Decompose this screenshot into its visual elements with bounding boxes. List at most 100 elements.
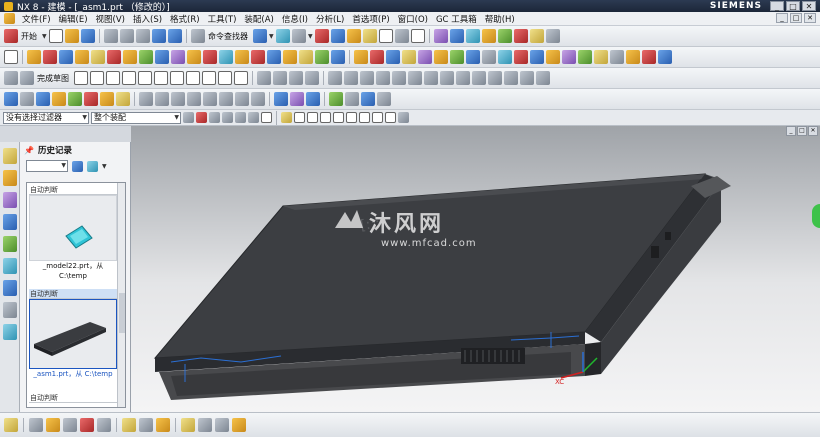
shell-icon[interactable] xyxy=(315,50,329,64)
intersection-curve-icon[interactable] xyxy=(504,71,518,85)
select-features-icon[interactable] xyxy=(183,112,194,123)
dimension-icon[interactable] xyxy=(344,71,358,85)
pattern-icon[interactable] xyxy=(354,50,368,64)
add-component-icon[interactable] xyxy=(20,92,34,106)
doc-close-button[interactable]: ✕ xyxy=(804,13,816,23)
move-face-icon[interactable] xyxy=(466,50,480,64)
mirror-curve-icon[interactable] xyxy=(456,71,470,85)
menu-insert[interactable]: 插入(S) xyxy=(129,13,166,25)
history-entry[interactable]: 自动判断 xyxy=(29,393,117,403)
move-component-icon[interactable] xyxy=(84,92,98,106)
project-curve-icon[interactable] xyxy=(488,71,502,85)
render-style-icon[interactable] xyxy=(379,29,393,43)
snap-settings-icon[interactable] xyxy=(398,112,409,123)
zoom-icon[interactable] xyxy=(315,29,329,43)
roles-tab-icon[interactable] xyxy=(3,324,17,340)
chevron-down-icon[interactable]: ▼ xyxy=(42,33,47,40)
tracelines-icon[interactable] xyxy=(235,92,249,106)
status-indicator[interactable] xyxy=(812,204,820,228)
infer-constraints-icon[interactable] xyxy=(424,71,438,85)
chevron-down-icon[interactable]: ▼ xyxy=(308,33,313,40)
perspective-icon[interactable] xyxy=(363,29,377,43)
history-filter-select[interactable] xyxy=(26,160,68,172)
hole-icon[interactable] xyxy=(123,50,137,64)
move-object-icon[interactable] xyxy=(63,418,77,432)
undo-select-icon[interactable] xyxy=(222,112,233,123)
maximize-button[interactable]: □ xyxy=(786,1,800,11)
viewport-minimize-button[interactable]: _ xyxy=(786,126,796,136)
select-all-icon[interactable] xyxy=(248,112,259,123)
convert-reference-icon[interactable] xyxy=(392,71,406,85)
doc-minimize-button[interactable]: _ xyxy=(776,13,788,23)
system-materials-tab-icon[interactable] xyxy=(3,302,17,318)
finish-sketch-button[interactable]: 完成草图 xyxy=(37,73,69,84)
delete-icon[interactable] xyxy=(536,71,550,85)
draft-icon[interactable] xyxy=(331,50,345,64)
midpoint-snap-icon[interactable] xyxy=(307,112,318,123)
constraint-navigator-tab-icon[interactable] xyxy=(3,170,17,186)
intersect-icon[interactable] xyxy=(267,50,281,64)
circle-icon[interactable] xyxy=(122,71,136,85)
point-on-curve-snap-icon[interactable] xyxy=(385,112,396,123)
arrange-icon[interactable] xyxy=(377,92,391,106)
transform-icon[interactable] xyxy=(80,418,94,432)
assembly-navigator-icon[interactable] xyxy=(4,92,18,106)
back-arrow-icon[interactable] xyxy=(72,160,83,172)
selection-scope-select[interactable]: 整个装配 xyxy=(91,111,181,124)
menu-tools[interactable]: 工具(T) xyxy=(204,13,241,25)
subtract-icon[interactable] xyxy=(251,50,265,64)
menu-analysis[interactable]: 分析(L) xyxy=(312,13,348,25)
close-button[interactable]: ✕ xyxy=(802,1,816,11)
mirror-icon[interactable] xyxy=(370,50,384,64)
command-finder-button[interactable]: 命令查找器 xyxy=(208,31,248,42)
thicken-icon[interactable] xyxy=(434,50,448,64)
pan-icon[interactable] xyxy=(347,29,361,43)
ruler-icon[interactable] xyxy=(530,29,544,43)
menu-view[interactable]: 视图(V) xyxy=(92,13,129,25)
cone-icon[interactable] xyxy=(91,50,105,64)
line-icon[interactable] xyxy=(90,71,104,85)
constraint-icon[interactable] xyxy=(328,71,342,85)
scrollbar-thumb[interactable] xyxy=(119,293,125,333)
existing-point-snap-icon[interactable] xyxy=(372,112,383,123)
control-point-snap-icon[interactable] xyxy=(320,112,331,123)
rotate-icon[interactable] xyxy=(331,29,345,43)
polygon-icon[interactable] xyxy=(186,71,200,85)
new-file-icon[interactable] xyxy=(49,29,63,43)
slot-icon[interactable] xyxy=(187,50,201,64)
ellipse-icon[interactable] xyxy=(234,71,248,85)
sew-icon[interactable] xyxy=(578,50,592,64)
edge-blend-icon[interactable] xyxy=(283,50,297,64)
chevron-down-icon[interactable]: ▼ xyxy=(102,163,107,170)
quick-trim-icon[interactable] xyxy=(257,71,271,85)
studio-spline-icon[interactable] xyxy=(202,71,216,85)
save-icon[interactable] xyxy=(81,29,95,43)
endpoint-snap-icon[interactable] xyxy=(294,112,305,123)
edit-explosion-icon[interactable] xyxy=(171,92,185,106)
datum-csys-icon[interactable] xyxy=(546,50,560,64)
start-button[interactable]: 开始 xyxy=(21,31,37,42)
link-icon[interactable] xyxy=(209,112,220,123)
section-icon[interactable] xyxy=(514,29,528,43)
history-entry-selected[interactable]: 自动判断 _asm1.prt，从 C:\temp xyxy=(29,289,117,379)
history-entry[interactable]: 自动判断 _model22.prt，从 C:\temp xyxy=(29,185,117,281)
pin-tool-icon[interactable] xyxy=(198,418,212,432)
weld-icon[interactable] xyxy=(181,418,195,432)
show-constraints-icon[interactable] xyxy=(376,71,390,85)
web-browser-tab-icon[interactable] xyxy=(3,258,17,274)
measure-icon[interactable] xyxy=(498,29,512,43)
product-interface-icon[interactable] xyxy=(345,92,359,106)
laptop-model[interactable]: [::: xyxy=(131,126,820,412)
block-icon[interactable] xyxy=(59,50,73,64)
analysis-icon[interactable] xyxy=(482,29,496,43)
alternate-solution-icon[interactable] xyxy=(408,71,422,85)
bolt-icon[interactable] xyxy=(215,418,229,432)
pin-icon[interactable]: 📌 xyxy=(24,146,34,155)
extrude-icon[interactable] xyxy=(27,50,41,64)
revolve-icon[interactable] xyxy=(43,50,57,64)
reuse-library-tab-icon[interactable] xyxy=(3,214,17,230)
menu-information[interactable]: 信息(I) xyxy=(278,13,312,25)
thumbnail-view-icon[interactable] xyxy=(87,160,98,172)
refresh-icon[interactable] xyxy=(276,29,290,43)
datum-plane-icon[interactable] xyxy=(514,50,528,64)
